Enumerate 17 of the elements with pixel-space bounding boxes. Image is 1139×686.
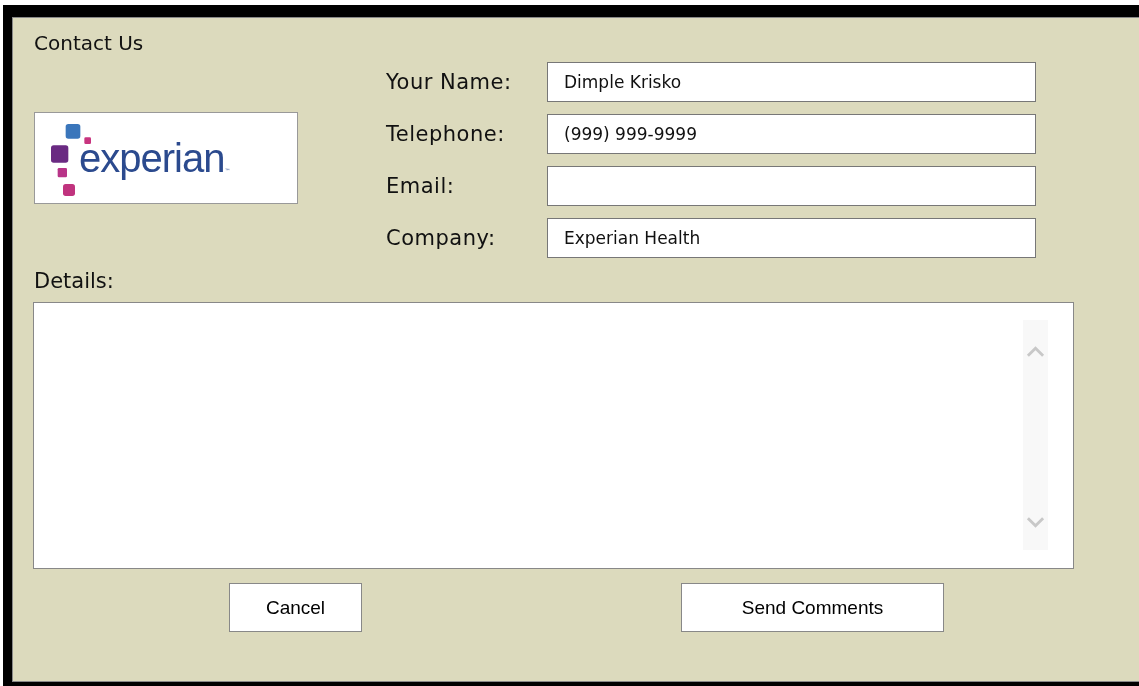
field-label: Company: [386, 226, 497, 250]
form-title: Contact Us [34, 30, 145, 56]
scroll-down-icon[interactable] [1026, 516, 1045, 528]
field-label: Telephone: [386, 122, 506, 146]
scrollbar[interactable] [1023, 320, 1048, 550]
cancel-button[interactable]: Cancel [229, 583, 362, 632]
input-field[interactable] [547, 166, 1036, 206]
send-button[interactable]: Send Comments [681, 583, 944, 632]
details-label: Details: [34, 268, 115, 294]
details-field[interactable] [33, 302, 1074, 569]
input-field[interactable]: Experian Health [547, 218, 1036, 258]
input-field[interactable]: Dimple Krisko [547, 62, 1036, 102]
scroll-up-icon[interactable] [1026, 346, 1045, 358]
input-field[interactable]: (999) 999-9999 [547, 114, 1036, 154]
field-label: Your Name: [386, 70, 513, 94]
logo-wordmark: experian [79, 138, 225, 178]
field-label: Email: [386, 174, 456, 198]
